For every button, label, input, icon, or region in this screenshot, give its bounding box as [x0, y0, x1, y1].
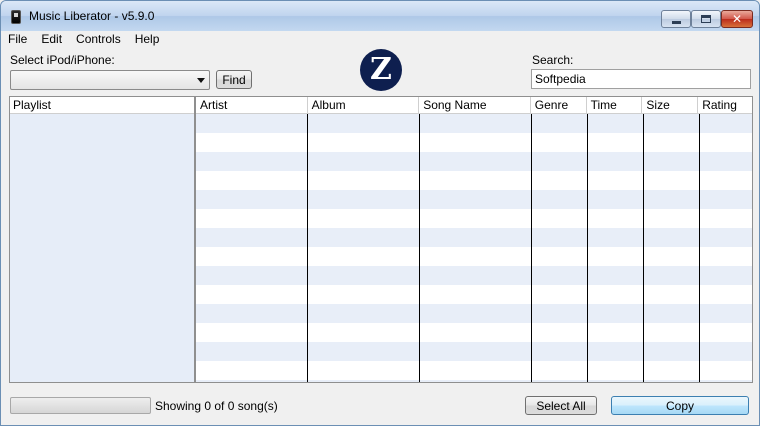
- menu-file[interactable]: File: [1, 32, 34, 47]
- table-row[interactable]: [196, 152, 752, 171]
- column-rating[interactable]: Rating: [698, 97, 752, 114]
- ipod-icon: [11, 10, 21, 24]
- close-button[interactable]: ✕: [721, 10, 753, 28]
- menu-controls[interactable]: Controls: [69, 32, 128, 47]
- table-row[interactable]: [196, 171, 752, 190]
- maximize-button[interactable]: [691, 10, 721, 28]
- minimize-button[interactable]: [661, 10, 691, 28]
- table-row[interactable]: [196, 304, 752, 323]
- chevron-down-icon: [197, 78, 205, 83]
- column-genre[interactable]: Genre: [531, 97, 587, 114]
- column-divider: [699, 114, 700, 382]
- window-title: Music Liberator - v5.9.0: [29, 9, 155, 23]
- search-label: Search:: [532, 53, 574, 67]
- table-row[interactable]: [196, 228, 752, 247]
- column-artist[interactable]: Artist: [196, 97, 308, 114]
- column-divider: [587, 114, 588, 382]
- menu-bar: File Edit Controls Help: [1, 31, 759, 48]
- column-album[interactable]: Album: [308, 97, 420, 114]
- copy-button[interactable]: Copy: [611, 396, 749, 415]
- table-row[interactable]: [196, 323, 752, 342]
- logo-letter: Z: [370, 51, 392, 87]
- column-song-name[interactable]: Song Name: [419, 97, 531, 114]
- table-row[interactable]: [196, 133, 752, 152]
- playlist-panel[interactable]: Playlist: [9, 96, 195, 383]
- column-divider: [531, 114, 532, 382]
- column-divider: [307, 114, 308, 382]
- table-row[interactable]: [196, 266, 752, 285]
- device-dropdown[interactable]: [10, 70, 210, 90]
- table-row[interactable]: [196, 247, 752, 266]
- column-divider: [419, 114, 420, 382]
- title-bar[interactable]: Music Liberator - v5.9.0 ✕: [1, 1, 759, 31]
- minimize-icon: [671, 20, 681, 24]
- table-row[interactable]: [196, 361, 752, 380]
- table-row[interactable]: [196, 380, 752, 382]
- maximize-icon: [701, 15, 711, 23]
- status-text: Showing 0 of 0 song(s): [155, 399, 278, 413]
- menu-help[interactable]: Help: [128, 32, 167, 47]
- column-size[interactable]: Size: [642, 97, 699, 114]
- select-all-button[interactable]: Select All: [525, 396, 597, 415]
- column-time[interactable]: Time: [587, 97, 643, 114]
- song-table[interactable]: Artist Album Song Name Genre Time Size R…: [195, 96, 753, 383]
- table-row[interactable]: [196, 342, 752, 361]
- app-window: Music Liberator - v5.9.0 ✕ File Edit Con…: [0, 0, 760, 426]
- table-header: Artist Album Song Name Genre Time Size R…: [196, 97, 752, 114]
- table-row[interactable]: [196, 285, 752, 304]
- progress-bar: [10, 397, 151, 414]
- table-body[interactable]: [196, 114, 752, 382]
- find-button[interactable]: Find: [216, 70, 252, 89]
- table-row[interactable]: [196, 114, 752, 133]
- close-icon: ✕: [731, 12, 743, 26]
- table-row[interactable]: [196, 209, 752, 228]
- column-divider: [643, 114, 644, 382]
- search-input[interactable]: [531, 69, 751, 89]
- app-logo: Z: [360, 49, 402, 91]
- table-row[interactable]: [196, 190, 752, 209]
- playlist-header[interactable]: Playlist: [10, 97, 194, 114]
- device-select-label: Select iPod/iPhone:: [10, 53, 115, 67]
- menu-edit[interactable]: Edit: [34, 32, 69, 47]
